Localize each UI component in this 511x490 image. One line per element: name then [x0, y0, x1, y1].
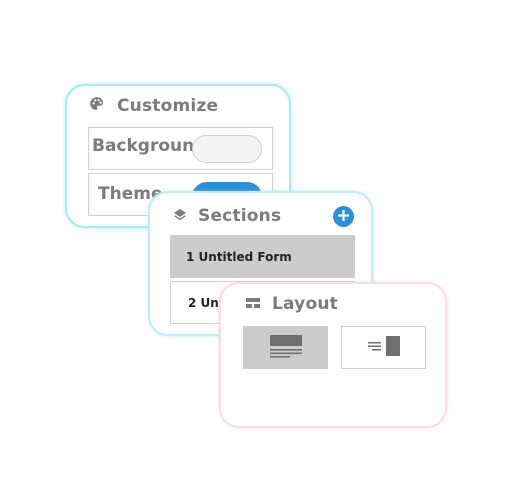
layers-icon [173, 207, 187, 226]
customize-title: Customize [117, 96, 219, 116]
ui-canvas: Customize Background Theme Sections 1 Un… [0, 0, 511, 490]
plus-icon [337, 207, 350, 226]
sections-title: Sections [198, 206, 282, 226]
background-label: Background [92, 136, 207, 156]
layout-top-image-icon [269, 334, 303, 362]
customize-header: Customize [89, 96, 289, 116]
section-item-1[interactable]: 1 Untitled Form [170, 235, 355, 278]
add-section-button[interactable] [333, 206, 354, 227]
layout-panel: Layout [219, 282, 447, 428]
layout-side-image-icon [367, 334, 401, 362]
palette-icon [89, 96, 105, 116]
layout-option-top-image[interactable] [243, 326, 328, 369]
layout-header: Layout [245, 294, 445, 314]
background-toggle[interactable] [192, 135, 262, 163]
background-option-row: Background [88, 127, 273, 170]
layout-option-side-image[interactable] [341, 326, 426, 369]
layout-icon [245, 295, 261, 314]
layout-title: Layout [272, 294, 338, 314]
